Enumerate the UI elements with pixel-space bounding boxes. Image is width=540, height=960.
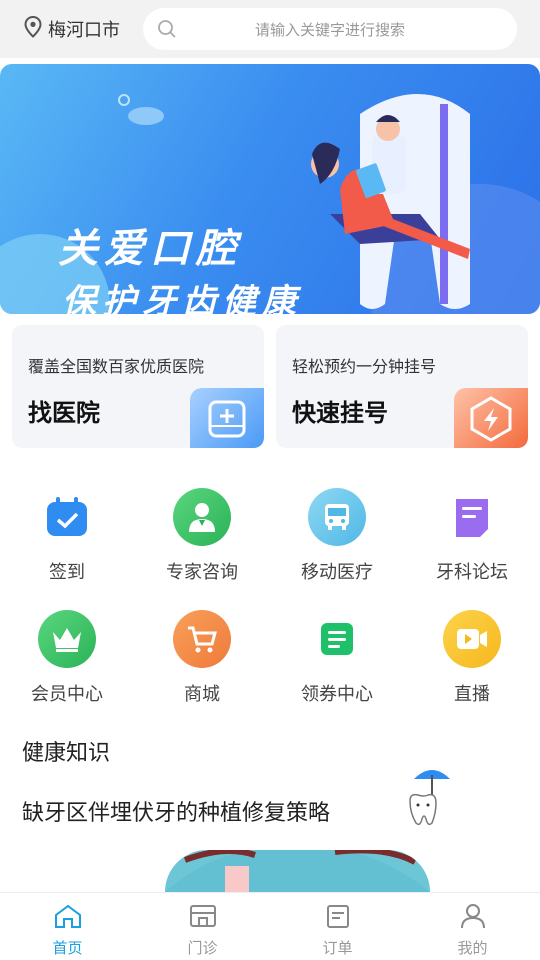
tab-label: 门诊 [187, 939, 218, 957]
grid-item-label: 移动医疗 [301, 562, 373, 583]
search-placeholder: 请输入关键字进行搜索 [254, 20, 405, 39]
grid-item-label: 领券中心 [301, 684, 373, 705]
order-icon [323, 903, 353, 933]
tab-clinic[interactable]: 门诊 [135, 893, 270, 960]
grid-item-mall[interactable]: 商城 [147, 610, 257, 706]
article-title[interactable]: 缺牙区伴埋伏牙的种植修复策略 [22, 795, 392, 827]
banner-headline: 关爱口腔 [58, 226, 242, 272]
calendar-check-icon [38, 488, 96, 546]
grid-item-label: 签到 [49, 562, 85, 583]
forum-icon [443, 488, 501, 546]
location-pin-icon [24, 15, 42, 43]
grid-item-mobile-medical[interactable]: 移动医疗 [282, 488, 392, 584]
clinic-icon [188, 903, 218, 933]
bus-icon [308, 488, 366, 546]
tab-home[interactable]: 首页 [0, 893, 135, 960]
cart-icon [173, 610, 231, 668]
doctor-icon [173, 488, 231, 546]
tab-label: 我的 [457, 939, 488, 957]
quick-register-card[interactable]: 轻松预约一分钟挂号 快速挂号 [276, 325, 528, 448]
video-icon [443, 610, 501, 668]
card-subtitle: 轻松预约一分钟挂号 [292, 357, 437, 376]
city-label: 梅河口市 [48, 20, 120, 41]
tab-orders[interactable]: 订单 [270, 893, 405, 960]
grid-item-live[interactable]: 直播 [417, 610, 527, 706]
card-title: 快速挂号 [292, 399, 388, 427]
hospital-icon [190, 388, 264, 448]
find-hospital-card[interactable]: 覆盖全国数百家优质医院 找医院 [12, 325, 264, 448]
coupon-icon [308, 610, 366, 668]
promo-banner[interactable]: 关爱口腔 保护牙齿健康 [0, 64, 540, 314]
home-icon [53, 903, 83, 933]
grid-item-label: 专家咨询 [166, 562, 238, 583]
grid-item-forum[interactable]: 牙科论坛 [417, 488, 527, 584]
card-subtitle: 覆盖全国数百家优质医院 [28, 357, 205, 376]
card-title: 找医院 [28, 399, 100, 427]
grid-item-signin[interactable]: 签到 [12, 488, 122, 584]
grid-item-member[interactable]: 会员中心 [12, 610, 122, 706]
crown-icon [38, 610, 96, 668]
tooth-umbrella-icon [400, 765, 460, 835]
user-icon [458, 903, 488, 933]
banner-subheadline: 保护牙齿健康 [62, 282, 302, 314]
lightning-icon [454, 388, 528, 448]
search-icon [157, 19, 177, 43]
tab-mine[interactable]: 我的 [405, 893, 540, 960]
top-bar: 梅河口市 请输入关键字进行搜索 [0, 0, 540, 58]
bottom-tab-bar: 首页 门诊 订单 我的 [0, 892, 540, 960]
grid-item-expert[interactable]: 专家咨询 [147, 488, 257, 584]
grid-item-coupon[interactable]: 领券中心 [282, 610, 392, 706]
grid-item-label: 商城 [184, 684, 220, 705]
location-selector[interactable]: 梅河口市 [24, 15, 120, 43]
article-thumbnail[interactable] [165, 850, 430, 892]
grid-item-label: 会员中心 [31, 684, 103, 705]
tab-label: 首页 [52, 939, 83, 957]
search-input[interactable]: 请输入关键字进行搜索 [143, 8, 517, 50]
grid-item-label: 牙科论坛 [436, 562, 508, 583]
tab-label: 订单 [322, 939, 353, 957]
grid-item-label: 直播 [454, 684, 490, 705]
section-title: 健康知识 [22, 741, 111, 766]
